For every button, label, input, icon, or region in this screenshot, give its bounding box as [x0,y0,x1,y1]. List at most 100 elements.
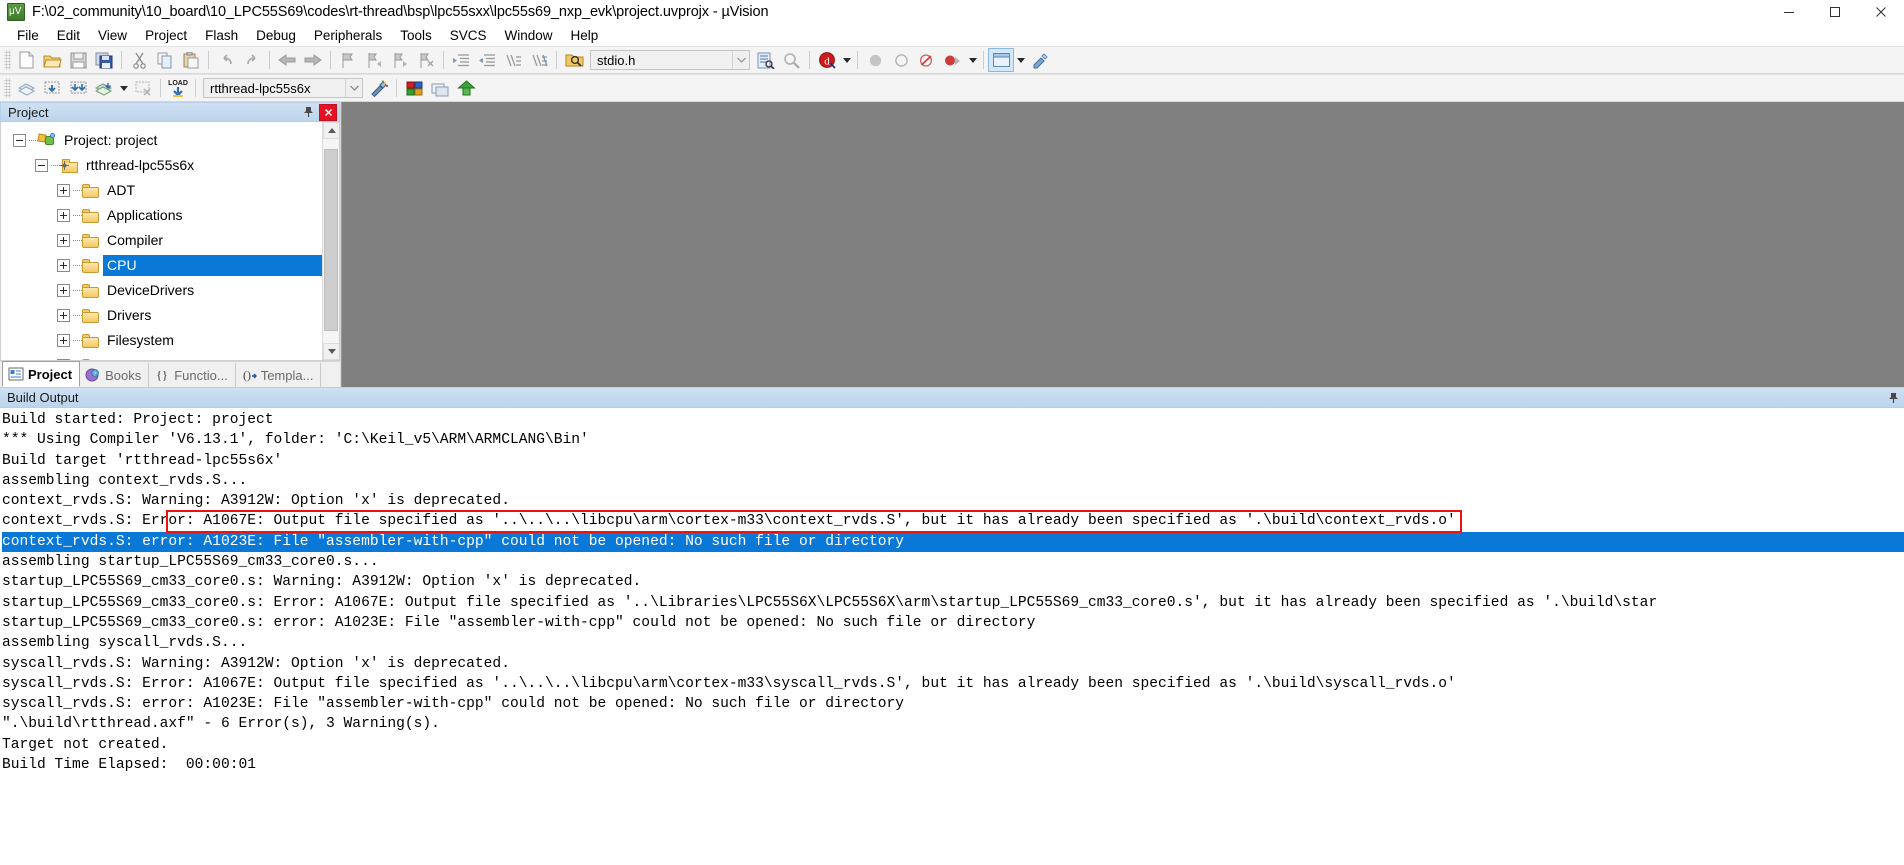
expand-expander-icon[interactable] [57,259,70,272]
expand-expander-icon[interactable] [57,359,70,360]
scroll-up-icon[interactable] [323,122,340,139]
comment-icon[interactable] [500,48,526,72]
tree-item-devicedrivers[interactable]: DeviceDrivers [1,278,322,303]
debug-views-dropdown-icon[interactable] [840,48,853,72]
close-button[interactable] [1858,0,1904,24]
tree-item-adt[interactable]: ADT [1,178,322,203]
kill-all-breakpoints-icon[interactable] [914,48,940,72]
scrollbar-thumb[interactable] [324,149,338,331]
uncomment-icon[interactable] [526,48,552,72]
expand-expander-icon[interactable] [57,284,70,297]
configure-wizard-icon[interactable] [1027,48,1053,72]
menu-window[interactable]: Window [495,26,561,45]
project-tree-scrollbar[interactable] [322,122,339,360]
menu-project[interactable]: Project [136,26,196,45]
tree-item-cpu[interactable]: CPU [1,253,322,278]
minimize-button[interactable] [1766,0,1812,24]
scroll-down-icon[interactable] [323,343,340,360]
cut-icon[interactable] [126,48,152,72]
menu-help[interactable]: Help [562,26,608,45]
copy-icon[interactable] [152,48,178,72]
pack-installer-icon[interactable] [453,76,479,100]
toolbar-grip[interactable] [4,50,11,70]
expand-expander-icon[interactable] [57,184,70,197]
tree-item-target[interactable]: rtthread-lpc55s6x [1,153,322,178]
find-icon[interactable] [779,48,805,72]
tree-item-filesystem[interactable]: Filesystem [1,328,322,353]
paste-icon[interactable] [178,48,204,72]
outdent-icon[interactable] [474,48,500,72]
maximize-button[interactable] [1812,0,1858,24]
bookmark-next-icon[interactable] [387,48,413,72]
expand-expander-icon[interactable] [57,234,70,247]
target-select[interactable]: rtthread-lpc55s6x [203,78,363,98]
select-software-packs-icon[interactable] [427,76,453,100]
translate-file-icon[interactable] [13,76,39,100]
bookmark-toggle-icon[interactable] [335,48,361,72]
tree-item-drivers[interactable]: Drivers [1,303,322,328]
navigate-back-icon[interactable] [274,48,300,72]
undo-icon[interactable] [213,48,239,72]
collapse-expander-icon[interactable] [13,134,26,147]
target-select-value[interactable]: rtthread-lpc55s6x [204,81,345,96]
navigate-forward-icon[interactable] [300,48,326,72]
indent-icon[interactable] [448,48,474,72]
expand-expander-icon[interactable] [57,309,70,322]
breakpoints-dropdown-icon[interactable] [966,48,979,72]
editor-workspace[interactable] [341,102,1904,387]
expand-expander-icon[interactable] [57,334,70,347]
tab-functions[interactable]: {} Functio... [149,363,235,387]
auto-hide-pin-icon[interactable] [1884,389,1902,406]
debug-restore-views-icon[interactable]: d [814,48,840,72]
browse-symbol-icon[interactable] [753,48,779,72]
batch-build-dropdown-icon[interactable] [117,76,130,100]
menu-edit[interactable]: Edit [48,26,89,45]
search-combo[interactable]: stdio.h [590,50,750,70]
batch-build-icon[interactable] [91,76,117,100]
menu-debug[interactable]: Debug [247,26,305,45]
redo-icon[interactable] [239,48,265,72]
manage-run-time-env-icon[interactable] [401,76,427,100]
save-icon[interactable] [65,48,91,72]
save-all-icon[interactable] [91,48,117,72]
tree-item-applications[interactable]: Applications [1,203,322,228]
window-layout-icon[interactable] [988,48,1014,72]
menu-file[interactable]: File [8,26,48,45]
menu-svcs[interactable]: SVCS [441,26,496,45]
auto-hide-pin-icon[interactable] [299,104,317,121]
search-input[interactable]: stdio.h [591,53,732,68]
collapse-expander-icon[interactable] [35,159,48,172]
panel-close-icon[interactable] [319,104,337,121]
manage-project-items-icon[interactable] [366,76,392,100]
build-target-icon[interactable] [39,76,65,100]
new-file-icon[interactable] [13,48,39,72]
expand-expander-icon[interactable] [57,209,70,222]
open-file-icon[interactable] [39,48,65,72]
build-output-text[interactable]: Build started: Project: project *** Usin… [0,408,1904,865]
stop-build-icon[interactable] [130,76,156,100]
menu-flash[interactable]: Flash [196,26,247,45]
menu-view[interactable]: View [89,26,136,45]
project-tree[interactable]: Project: project rtthread-lpc55s6x [1,122,322,360]
bookmark-clear-icon[interactable] [413,48,439,72]
bookmark-prev-icon[interactable] [361,48,387,72]
chevron-down-icon[interactable] [732,51,749,69]
insert-breakpoint-icon[interactable] [862,48,888,72]
tab-project[interactable]: Project [2,361,80,387]
tree-item-project[interactable]: Project: project [1,128,322,153]
disable-breakpoint-icon[interactable] [888,48,914,72]
scrollbar-track[interactable] [323,139,339,343]
tree-item-finsh[interactable]: Finsh [1,353,322,360]
download-load-icon[interactable]: LOAD [165,76,191,100]
chevron-down-icon[interactable] [345,79,362,97]
window-layout-dropdown-icon[interactable] [1014,48,1027,72]
menu-peripherals[interactable]: Peripherals [305,26,391,45]
menu-tools[interactable]: Tools [391,26,441,45]
enable-disable-breakpoints-icon[interactable] [940,48,966,72]
find-in-files-icon[interactable] [561,48,587,72]
tab-books[interactable]: ? Books [80,363,149,387]
tree-item-compiler[interactable]: Compiler [1,228,322,253]
toolbar-grip[interactable] [4,78,11,98]
rebuild-all-icon[interactable] [65,76,91,100]
tab-templates[interactable]: () Templa... [236,363,322,387]
